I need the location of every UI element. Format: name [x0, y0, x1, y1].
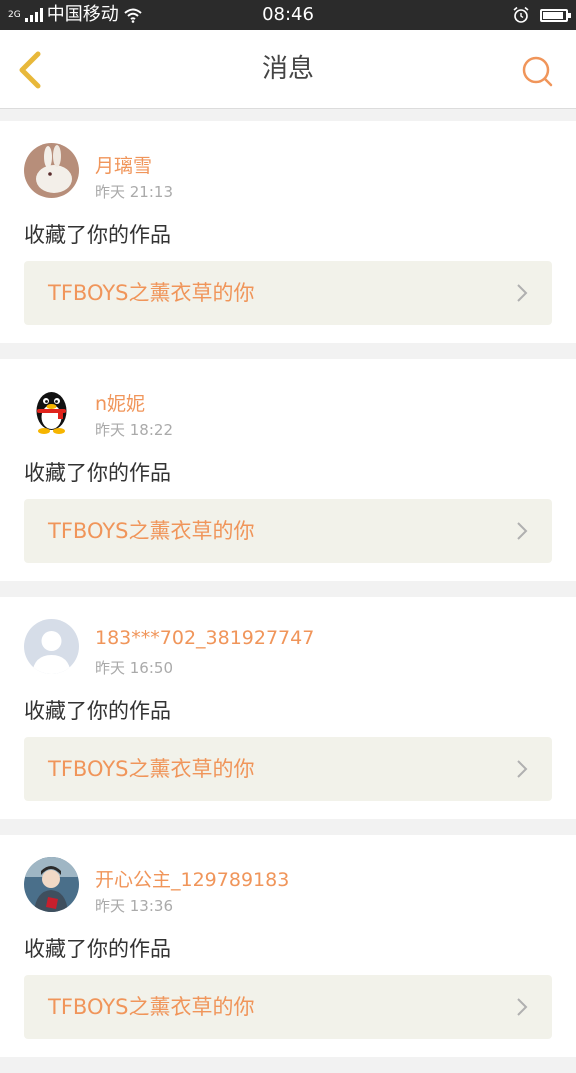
work-link[interactable]: TFBOYS之薰衣草的你	[24, 737, 552, 801]
status-time: 08:46	[262, 4, 314, 25]
battery-fill	[543, 11, 563, 19]
username[interactable]: 183***702_381927747	[95, 627, 314, 649]
message-time: 昨天 18:22	[95, 421, 173, 439]
avatar[interactable]	[24, 857, 79, 912]
username[interactable]: 开心公主_129789183	[95, 865, 289, 892]
status-bar: 2G 中国移动 08:46	[0, 0, 576, 30]
work-link[interactable]: TFBOYS之薰衣草的你	[24, 499, 552, 563]
action-text: 收藏了你的作品	[24, 461, 171, 485]
work-title: TFBOYS之薰衣草的你	[48, 519, 255, 543]
action-text: 收藏了你的作品	[24, 937, 171, 961]
work-title: TFBOYS之薰衣草的你	[48, 281, 255, 305]
message-time: 昨天 21:13	[95, 183, 173, 201]
battery-icon	[540, 8, 571, 22]
search-button[interactable]	[520, 54, 554, 88]
work-title: TFBOYS之薰衣草的你	[48, 995, 255, 1019]
message-time: 昨天 13:36	[95, 897, 173, 915]
chevron-right-icon	[517, 284, 528, 302]
action-text: 收藏了你的作品	[24, 699, 171, 723]
search-icon	[522, 56, 553, 87]
message-card: 183***702_381927747 昨天 16:50 收藏了你的作品 TFB…	[0, 597, 576, 819]
action-text: 收藏了你的作品	[24, 223, 171, 247]
message-list: 月璃雪 昨天 21:13 收藏了你的作品 TFBOYS之薰衣草的你 n妮妮 昨天…	[0, 121, 576, 1073]
navbar: 消息	[0, 30, 576, 109]
penguin-avatar-icon	[24, 381, 79, 436]
page-title: 消息	[261, 54, 314, 84]
message-card: 月璃雪 昨天 21:13 收藏了你的作品 TFBOYS之薰衣草的你	[0, 121, 576, 343]
work-link[interactable]: TFBOYS之薰衣草的你	[24, 261, 552, 325]
alarm-icon	[513, 6, 529, 23]
work-link[interactable]: TFBOYS之薰衣草的你	[24, 975, 552, 1039]
default-user-avatar-icon	[24, 619, 79, 674]
message-time: 昨天 16:50	[95, 659, 173, 677]
chevron-right-icon	[517, 998, 528, 1016]
avatar[interactable]	[24, 619, 79, 674]
message-card: n妮妮 昨天 18:22 收藏了你的作品 TFBOYS之薰衣草的你	[0, 359, 576, 581]
username[interactable]: n妮妮	[95, 389, 145, 416]
status-right	[512, 0, 571, 30]
chevron-right-icon	[517, 522, 528, 540]
photo-avatar-icon	[24, 857, 79, 912]
avatar[interactable]	[24, 381, 79, 436]
username[interactable]: 月璃雪	[95, 151, 152, 178]
chevron-right-icon	[517, 760, 528, 778]
work-title: TFBOYS之薰衣草的你	[48, 757, 255, 781]
rabbit-avatar-icon	[24, 143, 79, 198]
avatar[interactable]	[24, 143, 79, 198]
